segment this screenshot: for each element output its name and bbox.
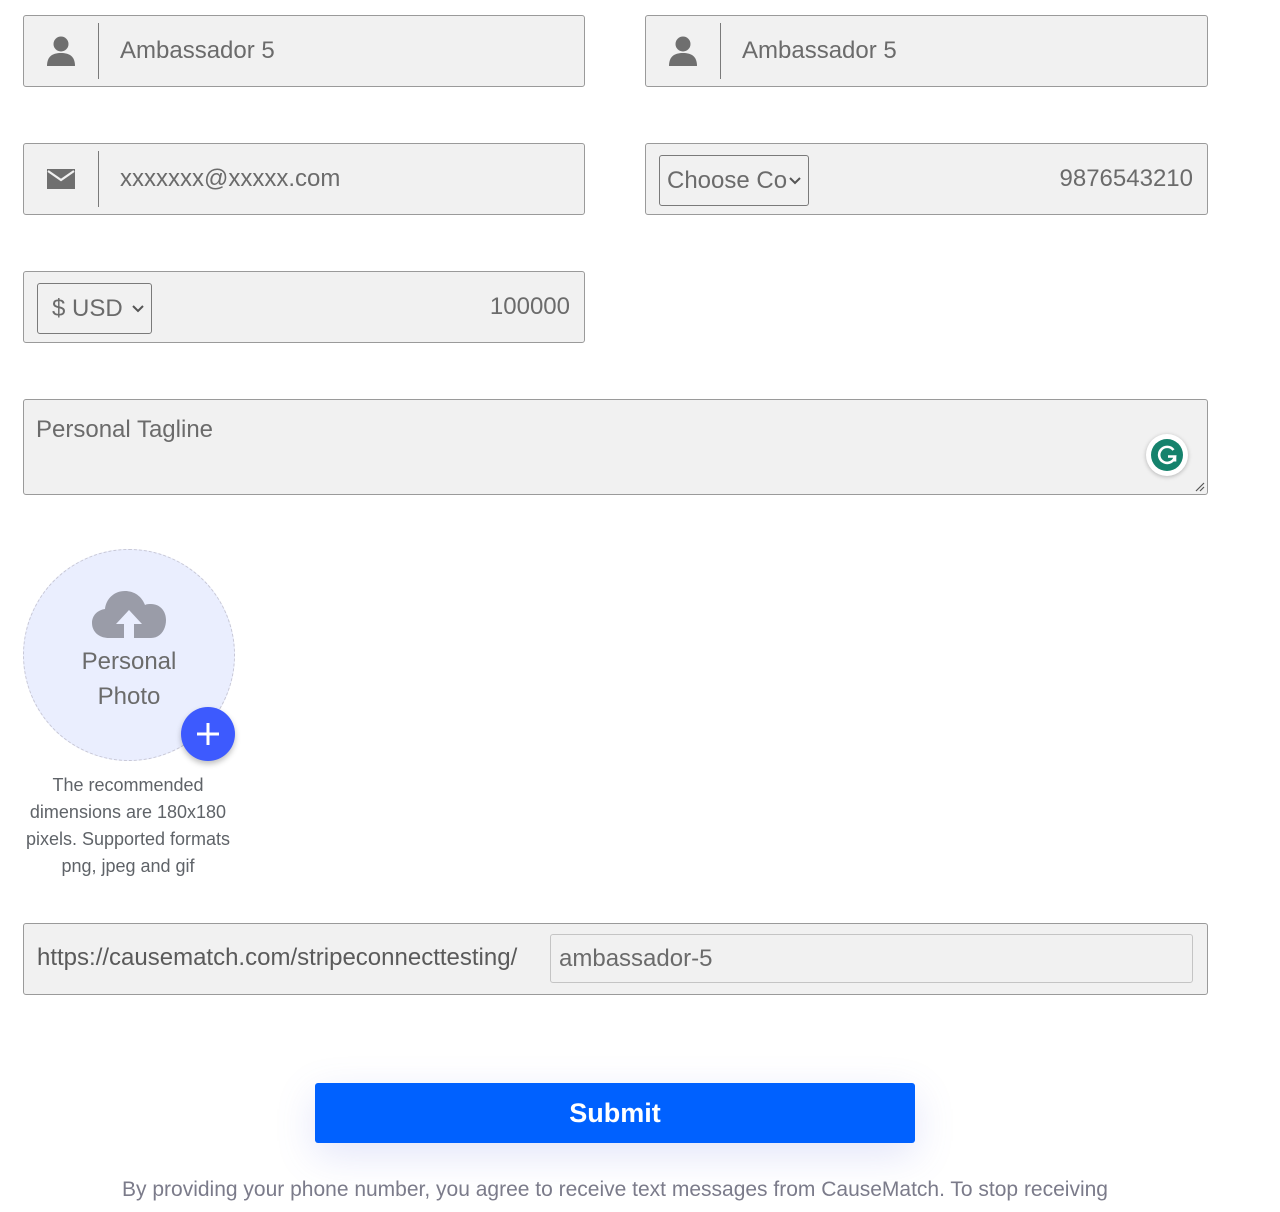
photo-hint: The recommended dimensions are 180x180 p…: [25, 775, 231, 876]
add-photo-button[interactable]: [181, 707, 235, 761]
page-url-field: https://causematch.com/stripeconnecttest…: [23, 923, 1208, 995]
resize-handle-icon[interactable]: [1193, 480, 1205, 492]
email-value: xxxxxxx@xxxxx.com: [120, 165, 341, 192]
last-name-field[interactable]: Ambassador 5: [645, 15, 1208, 87]
first-name-field[interactable]: Ambassador 5: [23, 15, 585, 87]
goal-amount-field[interactable]: $ USD 100000: [23, 271, 585, 343]
cloud-upload-icon: [92, 591, 166, 638]
first-name-value: Ambassador 5: [120, 37, 275, 64]
field-divider: [98, 151, 99, 207]
currency-select[interactable]: $ USD: [37, 283, 152, 334]
currency-value: $ USD: [52, 294, 123, 322]
submit-button[interactable]: Submit: [315, 1083, 915, 1143]
grammarly-icon[interactable]: [1146, 434, 1188, 476]
phone-field[interactable]: Choose Co 9876543210: [645, 143, 1208, 215]
country-code-value: Choose Co: [667, 166, 788, 194]
plus-icon: [197, 723, 219, 745]
last-name-value: Ambassador 5: [742, 37, 897, 64]
field-divider: [720, 23, 721, 79]
tagline-textarea[interactable]: Personal Tagline: [23, 399, 1208, 495]
photo-label-line1: Personal: [81, 648, 177, 675]
person-icon: [646, 16, 720, 86]
chevron-down-icon: [132, 304, 144, 312]
field-divider: [98, 23, 99, 79]
tagline-placeholder: Personal Tagline: [36, 416, 214, 443]
goal-amount-value: 100000: [489, 293, 570, 320]
url-slug-value: ambassador-5: [559, 945, 713, 972]
url-slug-input[interactable]: ambassador-5: [550, 934, 1193, 983]
country-code-select[interactable]: Choose Co: [659, 155, 809, 206]
chevron-down-icon: [789, 176, 801, 184]
url-prefix: https://causematch.com/stripeconnecttest…: [37, 944, 518, 971]
email-field[interactable]: xxxxxxx@xxxxx.com: [23, 143, 585, 215]
person-icon: [24, 16, 98, 86]
phone-number-value: 9876543210: [1059, 165, 1193, 192]
sms-disclaimer: By providing your phone number, you agre…: [122, 1178, 1108, 1201]
envelope-icon: [24, 144, 98, 214]
